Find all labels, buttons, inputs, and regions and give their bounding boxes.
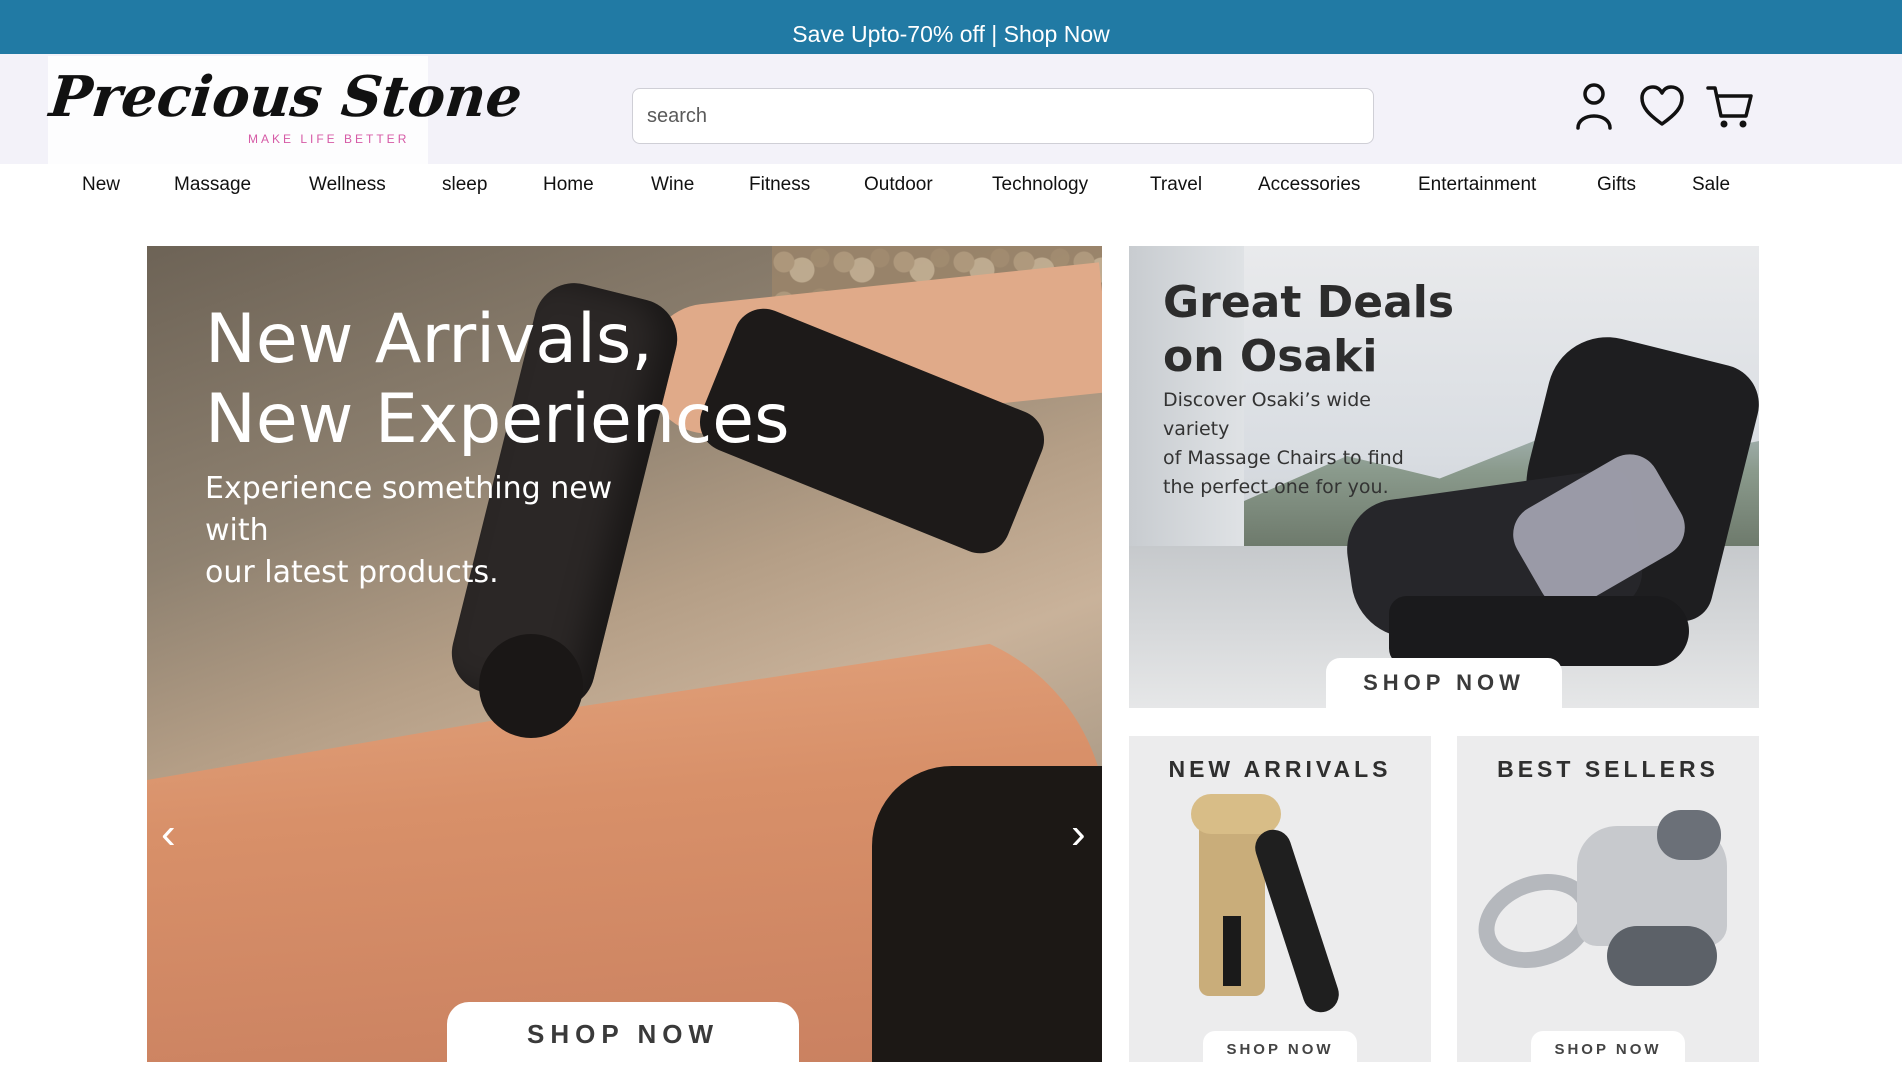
carousel-next-arrow-icon[interactable]: › bbox=[1071, 812, 1086, 856]
best-sellers-title: BEST SELLERS bbox=[1497, 756, 1719, 782]
hero-shop-now-button[interactable]: SHOP NOW bbox=[447, 1002, 799, 1062]
logo-tagline: MAKE LIFE BETTER bbox=[248, 132, 410, 146]
hero-carousel[interactable]: New Arrivals, New Experiences Experience… bbox=[147, 246, 1102, 1062]
osaki-title-line: Great Deals bbox=[1163, 277, 1455, 328]
nav-item-wine[interactable]: Wine bbox=[651, 174, 694, 196]
osaki-description-line: of Massage Chairs to find bbox=[1163, 447, 1404, 469]
nav-item-accessories[interactable]: Accessories bbox=[1258, 174, 1360, 196]
hero-image-massage-gun-head bbox=[479, 634, 583, 738]
main-nav: New Massage Wellness sleep Home Wine Fit… bbox=[0, 174, 1902, 204]
nav-item-massage[interactable]: Massage bbox=[174, 174, 251, 196]
osaki-description-line: Discover Osaki’s wide variety bbox=[1163, 389, 1371, 440]
nav-item-sale[interactable]: Sale bbox=[1692, 174, 1730, 196]
new-arrivals-shop-now-button[interactable]: SHOP NOW bbox=[1203, 1031, 1357, 1062]
osaki-description: Discover Osaki’s wide variety of Massage… bbox=[1163, 386, 1433, 502]
wine-opener-slot bbox=[1223, 916, 1241, 986]
logo[interactable]: Precious Stone MAKE LIFE BETTER bbox=[47, 56, 525, 164]
nav-item-wellness[interactable]: Wellness bbox=[309, 174, 386, 196]
nav-item-sleep[interactable]: sleep bbox=[442, 174, 487, 196]
heart-icon[interactable] bbox=[1638, 80, 1686, 132]
nav-item-gifts[interactable]: Gifts bbox=[1597, 174, 1636, 196]
osaki-title-line: on Osaki bbox=[1163, 331, 1378, 382]
nav-item-new[interactable]: New bbox=[82, 174, 120, 196]
nav-item-outdoor[interactable]: Outdoor bbox=[864, 174, 933, 196]
massager-nodes bbox=[1607, 926, 1717, 986]
best-sellers-shop-now-button[interactable]: SHOP NOW bbox=[1531, 1031, 1685, 1062]
nav-item-travel[interactable]: Travel bbox=[1150, 174, 1202, 196]
hero-title-line: New Arrivals, bbox=[205, 300, 653, 379]
osaki-image-chair-base bbox=[1389, 596, 1689, 666]
wine-opener-top bbox=[1191, 794, 1281, 834]
new-arrivals-tile[interactable]: NEW ARRIVALS SHOP NOW bbox=[1129, 736, 1431, 1062]
osaki-promo-banner[interactable]: Great Deals on Osaki Discover Osaki’s wi… bbox=[1129, 246, 1759, 708]
nav-item-entertainment[interactable]: Entertainment bbox=[1418, 174, 1536, 196]
osaki-title: Great Deals on Osaki bbox=[1163, 276, 1454, 384]
logo-wordmark: Precious Stone bbox=[46, 64, 526, 130]
user-icon[interactable] bbox=[1570, 80, 1618, 132]
osaki-shop-now-button[interactable]: SHOP NOW bbox=[1326, 658, 1562, 708]
hero-subtitle: Experience something new with our latest… bbox=[205, 468, 685, 594]
hero-title: New Arrivals, New Experiences bbox=[205, 300, 790, 460]
promo-bar-text[interactable]: Save Upto-70% off | Shop Now bbox=[792, 21, 1110, 48]
massager-top bbox=[1657, 810, 1721, 860]
promo-bar[interactable]: Save Upto-70% off | Shop Now bbox=[0, 0, 1902, 54]
hero-subtitle-line: Experience something new with bbox=[205, 471, 613, 548]
best-sellers-tile[interactable]: BEST SELLERS SHOP NOW bbox=[1457, 736, 1759, 1062]
new-arrivals-title: NEW ARRIVALS bbox=[1168, 756, 1392, 782]
cart-icon[interactable] bbox=[1706, 80, 1754, 132]
nav-item-fitness[interactable]: Fitness bbox=[749, 174, 810, 196]
hero-title-line: New Experiences bbox=[205, 380, 790, 459]
hero-subtitle-line: our latest products. bbox=[205, 555, 499, 590]
nav-item-home[interactable]: Home bbox=[543, 174, 594, 196]
carousel-prev-arrow-icon[interactable]: ‹ bbox=[161, 812, 176, 856]
hero-image-shorts bbox=[872, 766, 1102, 1062]
nav-item-technology[interactable]: Technology bbox=[992, 174, 1088, 196]
search-input[interactable] bbox=[632, 88, 1374, 144]
osaki-description-line: the perfect one for you. bbox=[1163, 476, 1389, 498]
